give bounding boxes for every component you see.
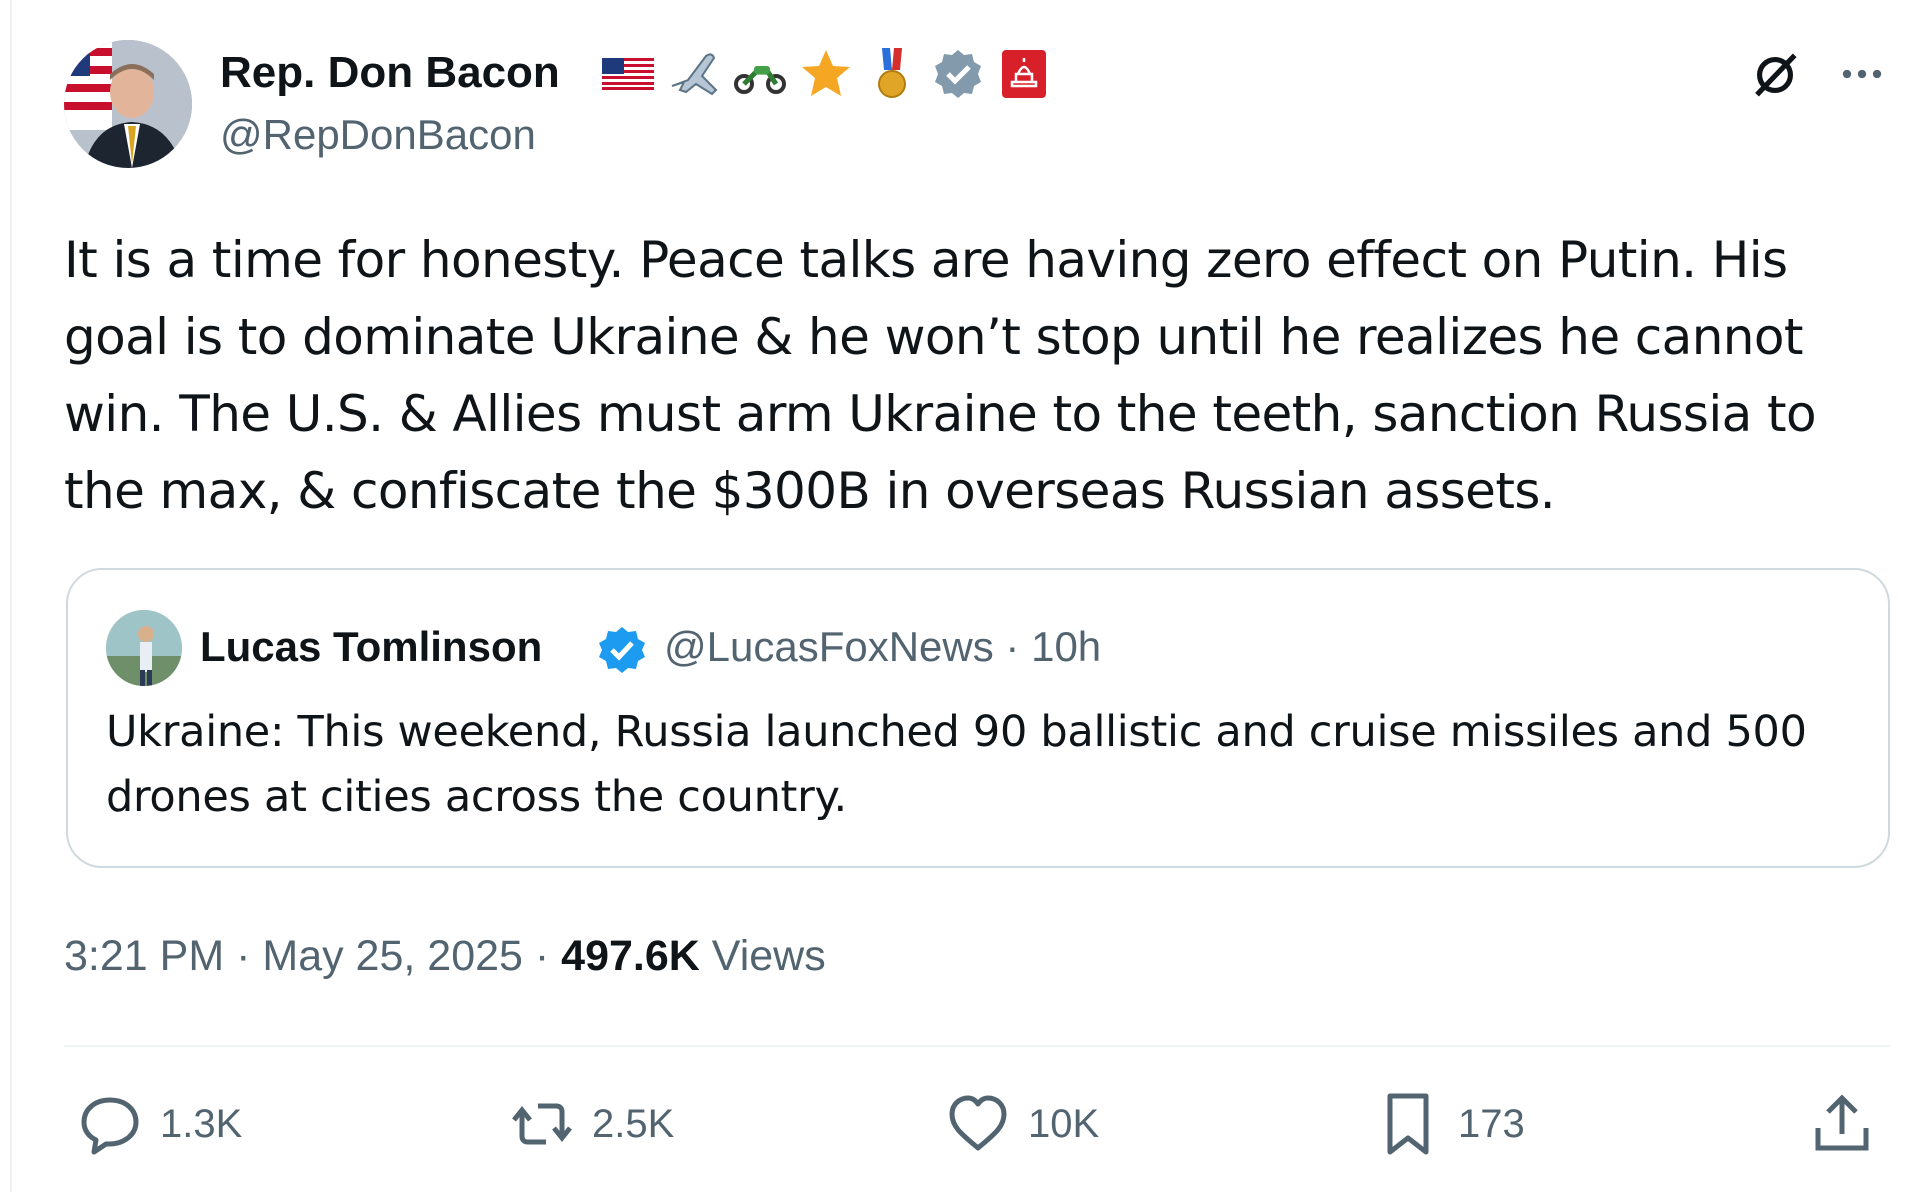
tweet-text: It is a time for honesty. Peace talks ar… [64,231,1817,520]
meta-separator: · [236,932,251,980]
reply-button[interactable]: 1.3K [76,1090,242,1158]
quoted-author-avatar[interactable] [106,610,182,686]
views-count: 497.6K [561,932,700,980]
views-label: Views [711,932,826,980]
share-icon [1815,1094,1869,1151]
quoted-author-handle-and-time: @LucasFoxNews · 10h [664,622,1101,672]
author-avatar[interactable] [64,40,192,168]
bookmark-button[interactable]: 173 [1374,1090,1525,1158]
author-badges [600,46,1052,102]
verified-badge-icon [930,46,986,102]
divider [64,1045,1890,1047]
tweet-date[interactable]: May 25, 2025 [262,932,523,980]
meta-separator: · [534,932,550,980]
verified-check-icon [596,624,648,676]
motorcycle-icon [732,46,788,102]
tweet-meta: 3:21 PM · May 25, 2025 · 497.6K Views [64,930,826,982]
bookmark-count: 173 [1458,1101,1525,1146]
quoted-tweet-text: Ukraine: This weekend, Russia launched 9… [106,707,1807,822]
reply-icon [81,1097,139,1155]
timeline-left-border [10,0,12,1192]
more-options-icon[interactable] [1832,44,1892,104]
grok-icon[interactable] [1740,40,1810,110]
quoted-author-name[interactable]: Lucas Tomlinson [200,622,542,672]
reply-count: 1.3K [160,1101,243,1146]
like-count: 10K [1028,1101,1100,1146]
share-button[interactable] [1808,1090,1876,1158]
capitol-icon [996,46,1052,102]
star-icon [798,46,854,102]
author-name[interactable]: Rep. Don Bacon [220,48,560,98]
heart-icon [949,1095,1007,1151]
quoted-author-handle[interactable]: @LucasFoxNews [664,623,994,670]
tweet-time[interactable]: 3:21 PM [64,932,224,980]
us-flag-icon [600,46,656,102]
repost-icon [512,1103,572,1145]
quoted-time[interactable]: 10h [1031,623,1101,670]
repost-count: 2.5K [592,1101,675,1146]
author-handle[interactable]: @RepDonBacon [220,110,536,160]
quoted-tweet-card[interactable]: Lucas Tomlinson @LucasFoxNews · 10h Ukra… [66,568,1890,868]
airplane-icon [666,46,722,102]
quoted-separator: · [1005,623,1020,670]
bookmark-icon [1387,1093,1429,1155]
repost-button[interactable]: 2.5K [508,1090,674,1158]
like-button[interactable]: 10K [944,1090,1099,1158]
medal-icon [864,46,920,102]
